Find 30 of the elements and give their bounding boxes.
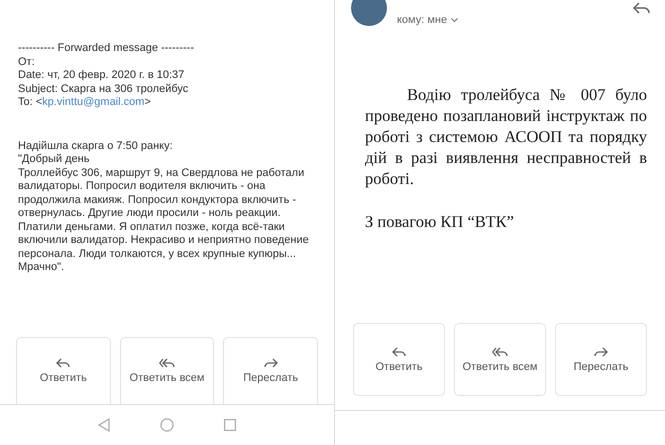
forward-icon (594, 346, 608, 356)
reply-button[interactable]: Ответить (16, 337, 111, 404)
recents-icon (224, 419, 236, 431)
reply-all-icon (492, 346, 508, 356)
message-text: Надійшла скарга о 7:50 ранку: (18, 140, 174, 153)
header-line: От: (18, 56, 36, 69)
reply-button[interactable]: Ответить (353, 323, 445, 396)
header-line: Subject: Скарга на 306 тролейбус (18, 82, 190, 96)
header-line: ---------- Forwarded message --------- (18, 42, 195, 56)
recipient-label[interactable]: кому: мне (397, 14, 458, 26)
forward-icon (264, 358, 278, 368)
reply-icon (392, 346, 406, 356)
avatar (351, 0, 387, 26)
reply-icon (56, 358, 70, 368)
back-icon (98, 418, 110, 432)
forward-button[interactable]: Переслать (223, 337, 318, 404)
reply-all-button[interactable]: Ответить всем (120, 337, 214, 404)
reply-all-icon (159, 358, 175, 368)
forward-button[interactable]: Переслать (555, 323, 647, 396)
signature-text: З повагою КП “ВТК” (365, 211, 515, 232)
reply-all-button[interactable]: Ответить всем (454, 323, 546, 396)
home-icon (160, 418, 174, 432)
chevron-icon (451, 18, 458, 22)
message-text: Водію тролейбуса № 007 було проведено позаплановий інструктаж по роботі з системою АСООП та порядку дій в разі виявлення несправностей в роботі. (365, 84, 647, 189)
message-text: "Добрый день (18, 153, 90, 166)
email-link[interactable]: kp.vinttu@gmail.com (42, 96, 144, 108)
header-line: Date: чт, 20 февр. 2020 г. в 10:37 (18, 69, 186, 82)
header-line: To: <kp.vinttu@gmail.com> (18, 96, 152, 110)
reply-icon[interactable] (633, 2, 651, 15)
message-text: Троллейбус 306, маршрут 9, на Свердлова не работали валидаторы. Попросил водителя включить - она продолжила макияж. Попросил кондуктора включить - отвернулась. Другие люди просили - ноль реакции. Платили деньгами. Я оплатил позже, когда всё-таки включили валидатор. Некрасиво и неприятно поведение персонала. Люди толкаются, у всех крупные купюры... Мрачно". (18, 166, 310, 274)
